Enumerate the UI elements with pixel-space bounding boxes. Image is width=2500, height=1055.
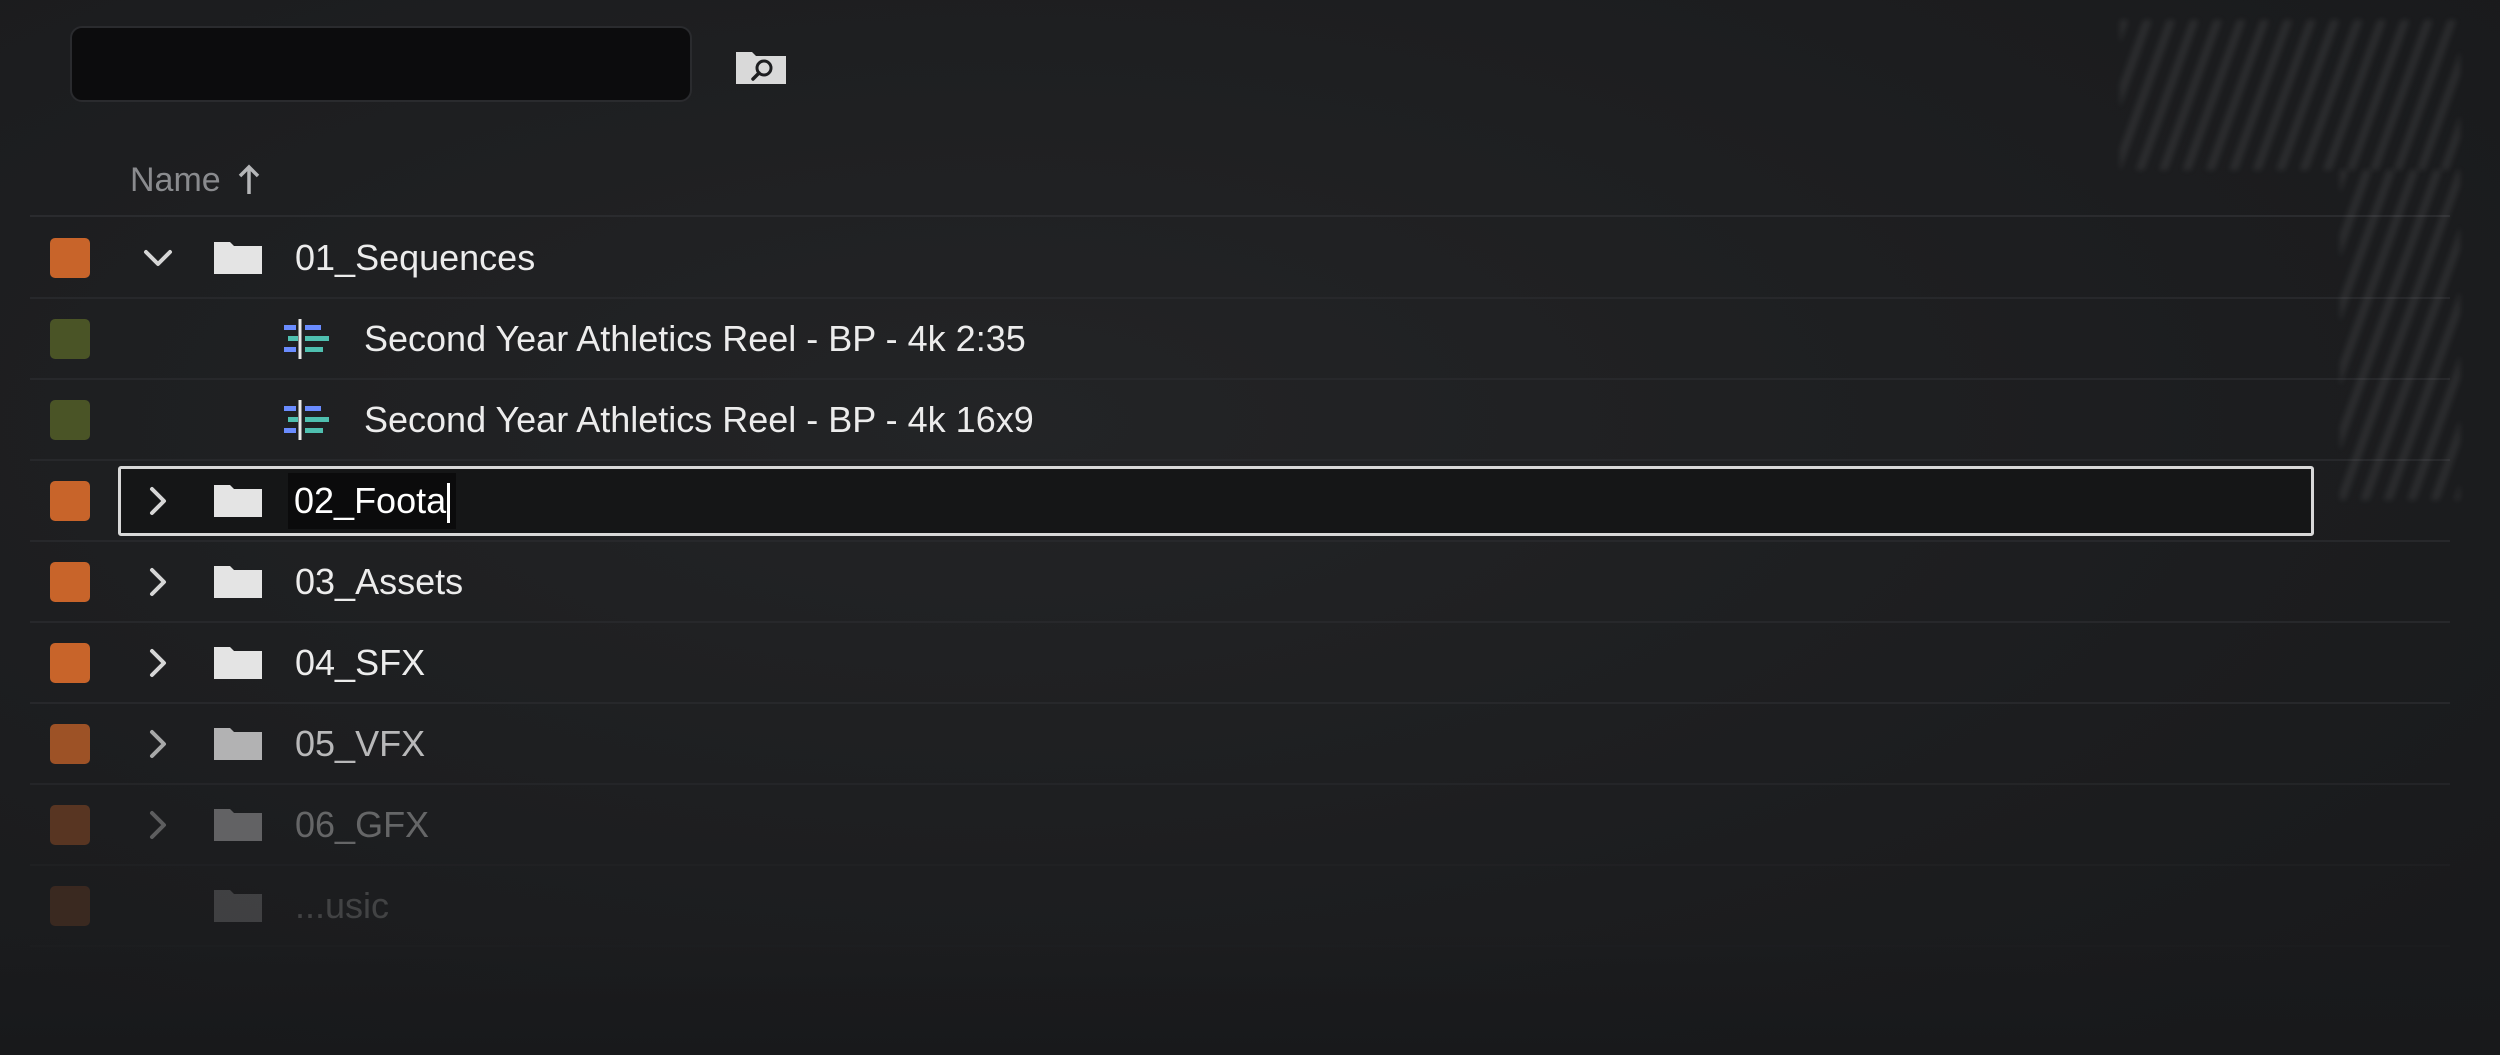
list-item-folder[interactable]: 01_Sequences — [30, 218, 2450, 299]
label-color-swatch[interactable] — [50, 319, 90, 359]
label-color-swatch[interactable] — [50, 886, 90, 926]
label-color-swatch[interactable] — [50, 400, 90, 440]
item-name: 05_VFX — [295, 723, 426, 764]
chevron-down-icon[interactable] — [138, 238, 178, 278]
column-header-name[interactable]: Name — [130, 155, 263, 205]
label-color-swatch[interactable] — [50, 805, 90, 845]
chevron-right-icon[interactable] — [138, 805, 178, 845]
item-name: Second Year Athletics Reel - BP - 4k 2:3… — [364, 318, 1026, 359]
motion-blur-decoration — [2120, 20, 2460, 170]
header-divider — [30, 215, 2450, 217]
label-color-swatch[interactable] — [50, 724, 90, 764]
label-color-swatch[interactable] — [50, 481, 90, 521]
sequence-icon — [284, 400, 329, 440]
arrow-up-icon — [238, 164, 259, 194]
folder-icon — [214, 485, 262, 517]
list-item-folder[interactable]: 04_SFX — [30, 623, 2450, 704]
project-panel: Name 01_Sequences Second Year Athletics … — [0, 0, 2500, 1055]
item-name: 01_Sequences — [295, 237, 536, 278]
folder-search-icon[interactable] — [734, 44, 788, 86]
list-item-folder[interactable]: ...usic — [30, 866, 2450, 947]
column-header-label: Name — [130, 160, 221, 199]
list-item-sequence[interactable]: Second Year Athletics Reel - BP - 4k 16x… — [30, 380, 2450, 461]
rename-text: 02_Foota — [294, 480, 447, 521]
item-name: ...usic — [295, 885, 390, 926]
list-item-folder-renaming[interactable]: 02_Foota — [30, 461, 2450, 542]
text-caret — [447, 483, 451, 524]
label-color-swatch[interactable] — [50, 238, 90, 278]
rename-text-field[interactable]: 02_Foota — [288, 473, 457, 529]
chevron-right-icon[interactable] — [138, 724, 178, 764]
chevron-right-icon[interactable] — [138, 481, 178, 521]
item-name: Second Year Athletics Reel - BP - 4k 16x… — [364, 399, 1034, 440]
item-name: 04_SFX — [295, 642, 426, 683]
folder-icon — [214, 728, 262, 760]
list-item-folder[interactable]: 05_VFX — [30, 704, 2450, 785]
item-name: 06_GFX — [295, 804, 430, 845]
folder-icon — [214, 242, 262, 274]
motion-blur-decoration — [2340, 170, 2460, 500]
item-name: 03_Assets — [295, 561, 464, 602]
project-item-list: 01_Sequences Second Year Athletics Reel … — [30, 218, 2450, 947]
folder-icon — [214, 890, 262, 922]
list-item-folder[interactable]: 06_GFX — [30, 785, 2450, 866]
bottom-fade — [0, 935, 2500, 1055]
label-color-swatch[interactable] — [50, 643, 90, 683]
folder-icon — [214, 566, 262, 598]
folder-icon — [214, 647, 262, 679]
label-color-swatch[interactable] — [50, 562, 90, 602]
list-item-folder[interactable]: 03_Assets — [30, 542, 2450, 623]
chevron-right-icon[interactable] — [138, 643, 178, 683]
folder-icon — [214, 809, 262, 841]
sequence-icon — [284, 319, 329, 359]
search-input[interactable] — [70, 26, 692, 102]
chevron-right-icon[interactable] — [138, 562, 178, 602]
list-item-sequence[interactable]: Second Year Athletics Reel - BP - 4k 2:3… — [30, 299, 2450, 380]
